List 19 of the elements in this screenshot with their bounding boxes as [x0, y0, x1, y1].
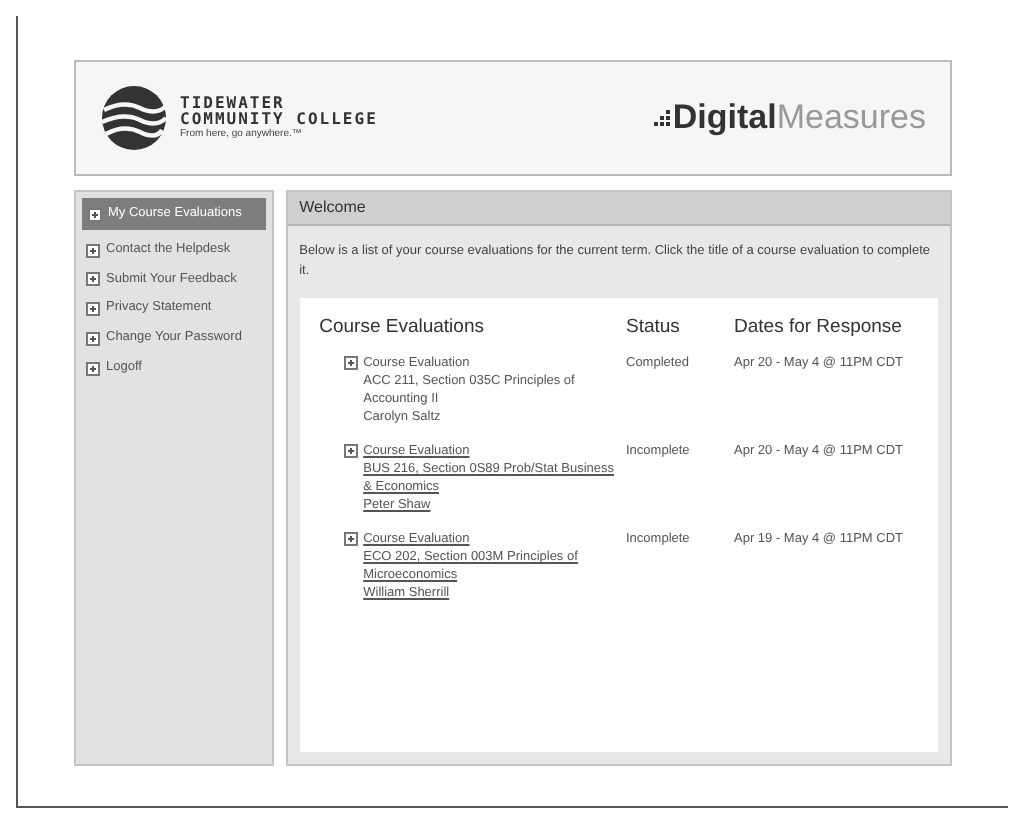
college-name: COMMUNITY COLLEGE	[180, 112, 378, 128]
column-header: Course Evaluations	[319, 314, 486, 342]
wave-globe-logo-icon	[100, 84, 168, 152]
dots-logo-icon	[654, 108, 673, 128]
expand-icon[interactable]	[343, 444, 358, 459]
expand-icon[interactable]	[86, 302, 100, 317]
expand-icon[interactable]	[88, 207, 102, 222]
college-name: TIDEWATER	[180, 96, 287, 112]
expand-icon[interactable]	[86, 361, 100, 376]
expand-icon[interactable]	[343, 532, 358, 547]
brand-name-light: Measures	[776, 96, 926, 141]
welcome-title-bar: Welcome	[287, 192, 950, 226]
brand-name-bold: Digital	[672, 96, 777, 141]
column-header: Dates for Response	[734, 314, 904, 342]
expand-icon[interactable]	[343, 356, 358, 371]
expand-icon[interactable]	[86, 331, 100, 346]
expand-icon[interactable]	[86, 272, 100, 287]
column-header: Status	[626, 314, 682, 342]
expand-icon[interactable]	[86, 243, 100, 258]
